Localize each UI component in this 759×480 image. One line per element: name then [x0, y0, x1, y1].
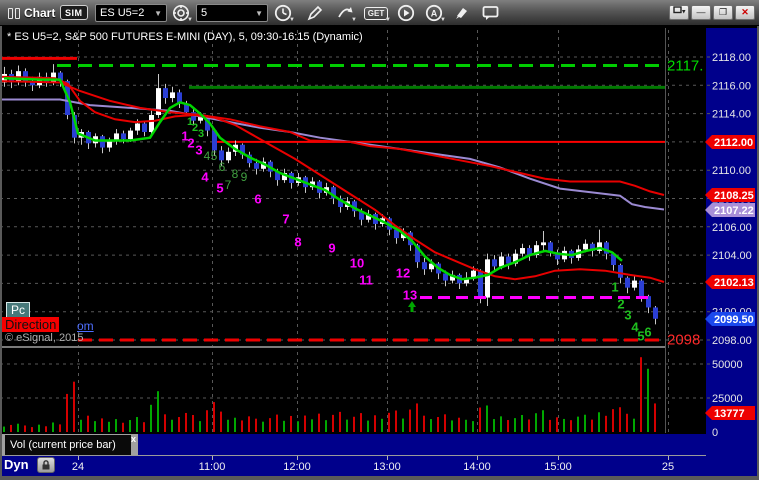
- svg-text:1: 1: [611, 279, 618, 294]
- svg-text:2112.00: 2112.00: [714, 137, 753, 149]
- chart-window: Chart SIM ES U5=2 ▼ ▼ 5 ▼ ▼ ▼ GET ▼ A ▼ …: [0, 0, 759, 480]
- svg-text:4: 4: [201, 169, 209, 184]
- svg-text:3: 3: [198, 128, 204, 140]
- svg-text:7: 7: [282, 211, 289, 226]
- grid-lines: [0, 30, 710, 433]
- svg-text:13:00: 13:00: [373, 461, 401, 473]
- count-annotations: 12 345678 91011 121312 34 5678 912345 6: [181, 116, 651, 344]
- vendor-link[interactable]: om: [77, 319, 94, 333]
- horizontal-levels: [0, 56, 665, 143]
- up-arrow-marker: [408, 301, 416, 312]
- svg-text:8: 8: [232, 167, 239, 181]
- svg-text:25000: 25000: [712, 393, 743, 405]
- svg-text:12:00: 12:00: [283, 461, 311, 473]
- svg-text:9: 9: [241, 170, 248, 184]
- padlock-icon: [42, 460, 50, 470]
- svg-text:2098.00: 2098.00: [712, 335, 752, 347]
- red-slow-ma: [0, 80, 665, 196]
- svg-text:5: 5: [216, 180, 223, 195]
- svg-text:2: 2: [187, 135, 194, 150]
- svg-text:6: 6: [219, 160, 226, 174]
- copyright-notice: © eSignal, 2015: [5, 332, 84, 344]
- window-border-bottom: [0, 476, 759, 480]
- svg-text:3: 3: [195, 142, 202, 157]
- svg-text:13: 13: [403, 287, 417, 302]
- svg-text:2102.13: 2102.13: [714, 277, 754, 289]
- chart-symbol-title: * ES U5=2, S&P 500 FUTURES E-MINI (DAY),…: [7, 31, 363, 43]
- svg-text:13777: 13777: [714, 408, 745, 420]
- window-border-left: [0, 26, 2, 480]
- svg-text:2104.00: 2104.00: [712, 250, 752, 262]
- svg-text:5: 5: [211, 149, 218, 163]
- dashed-levels: 2117. 2098: [57, 57, 703, 348]
- scale-lock-button[interactable]: [37, 457, 55, 473]
- svg-text:2108.25: 2108.25: [714, 190, 754, 202]
- dyn-mode-label: Dyn: [4, 457, 29, 472]
- price-badges: 2112.00 2108.25 2107.22 2102.13 2099.50 13777: [705, 135, 755, 420]
- svg-text:24: 24: [72, 461, 84, 473]
- svg-text:12: 12: [396, 265, 410, 280]
- pc-study-label: Pc: [6, 302, 31, 318]
- svg-text:2116.00: 2116.00: [712, 80, 751, 92]
- svg-text:2106.00: 2106.00: [712, 222, 752, 234]
- svg-text:10: 10: [350, 255, 364, 270]
- svg-text:50000: 50000: [712, 359, 743, 371]
- svg-text:2099.50: 2099.50: [714, 314, 754, 326]
- svg-text:0: 0: [712, 427, 718, 439]
- svg-text:11:00: 11:00: [199, 461, 226, 473]
- svg-text:2117.: 2117.: [667, 57, 703, 74]
- svg-text:2118.00: 2118.00: [712, 52, 751, 64]
- axis-labels: 2118.00 2116.00 2114.00 2112.00 2110.00 2108.…: [0, 28, 752, 473]
- chart-canvas[interactable]: 2117.209812 345678 91011 121312 34 5678 912345…: [0, 0, 759, 480]
- svg-text:14:00: 14:00: [463, 461, 491, 473]
- svg-text:2098: 2098: [667, 331, 700, 348]
- svg-text:8: 8: [294, 234, 301, 249]
- svg-text:11: 11: [359, 272, 373, 287]
- svg-text:2110.00: 2110.00: [712, 165, 751, 177]
- svg-text:7: 7: [225, 178, 232, 192]
- svg-text:2107.22: 2107.22: [714, 205, 754, 217]
- svg-text:6: 6: [644, 324, 651, 339]
- svg-text:25: 25: [662, 461, 674, 473]
- svg-text:4: 4: [204, 149, 211, 163]
- direction-study-label: Direction: [2, 317, 60, 332]
- svg-text:2114.00: 2114.00: [712, 109, 751, 121]
- svg-text:15:00: 15:00: [544, 461, 572, 473]
- svg-text:9: 9: [328, 240, 335, 255]
- svg-text:6: 6: [254, 191, 261, 206]
